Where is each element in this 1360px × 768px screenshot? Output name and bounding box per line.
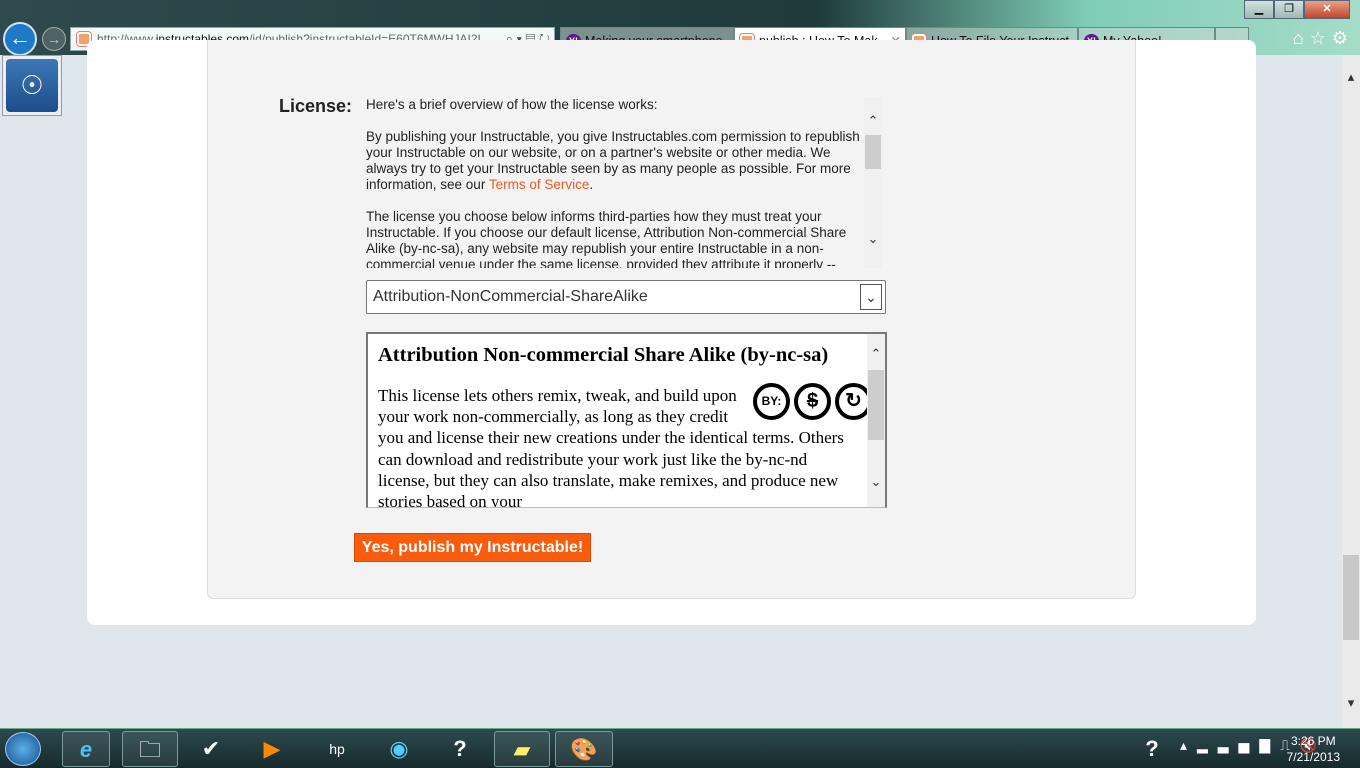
page-scrollbar[interactable]: ▴ ▾ — [1342, 55, 1360, 728]
back-button[interactable]: ← — [3, 22, 37, 56]
media-player-icon[interactable]: ▶ — [248, 731, 296, 767]
overview-para2: The license you choose below informs thi… — [366, 209, 847, 268]
minimize-button[interactable]: ▁ — [1244, 0, 1274, 19]
publish-button[interactable]: Yes, publish my Instructable! — [354, 533, 591, 562]
overview-scrollbar[interactable]: ⌃ ⌄ — [864, 97, 882, 268]
license-detail: Attribution Non-commercial Share Alike (… — [366, 332, 887, 508]
license-label: License: — [279, 96, 353, 116]
window-controls: ▁ ❐ ✕ — [1244, 0, 1350, 20]
home-favorites-tools-icons[interactable]: ⌂☆⚙ — [1293, 28, 1354, 49]
clock[interactable]: 3:26 PM 7/21/2013 — [1287, 733, 1340, 765]
help-tray-icon[interactable]: ? — [1128, 731, 1176, 767]
cc-by-icon: BY: — [753, 383, 790, 420]
overview-para1: By publishing your Instructable, you giv… — [366, 129, 860, 192]
detail-scrollbar[interactable]: ⌃ ⌄ — [867, 334, 885, 507]
desktop-gadget-icon[interactable]: ☉ — [2, 55, 62, 116]
overview-intro: Here's a brief overview of how the licen… — [366, 97, 658, 112]
start-button[interactable] — [5, 732, 41, 766]
license-overview: Here's a brief overview of how the licen… — [366, 97, 882, 268]
hp-icon[interactable]: hp — [313, 731, 361, 767]
app-check-icon[interactable]: ✔ — [187, 731, 235, 767]
taskbar: e 🗀 ✔ ▶ hp ◉ ? ▰ 🎨 ? ▴▂▃▅▇⎍🔇 3:26 PM 7/21… — [0, 728, 1360, 768]
app-circle-icon[interactable]: ◉ — [375, 731, 423, 767]
restore-button[interactable]: ❐ — [1274, 0, 1304, 19]
license-detail-title: Attribution Non-commercial Share Alike (… — [378, 344, 829, 366]
cc-icons: BY: $ ↻ — [753, 383, 872, 420]
file-explorer-icon[interactable]: 🗀 — [122, 731, 178, 767]
help-icon[interactable]: ? — [436, 731, 484, 767]
paint-icon[interactable]: 🎨 — [555, 731, 613, 767]
license-select[interactable]: Attribution-NonCommercial-ShareAlike ⌄ — [366, 280, 886, 314]
sticky-notes-icon[interactable]: ▰ — [494, 731, 550, 767]
terms-of-service-link[interactable]: Terms of Service — [489, 177, 590, 192]
cc-noncommercial-icon: $ — [794, 383, 831, 420]
forward-button[interactable]: → — [42, 27, 66, 51]
internet-explorer-icon[interactable]: e — [62, 731, 110, 767]
chevron-down-icon: ⌄ — [860, 284, 882, 310]
close-window-button[interactable]: ✕ — [1304, 0, 1350, 19]
